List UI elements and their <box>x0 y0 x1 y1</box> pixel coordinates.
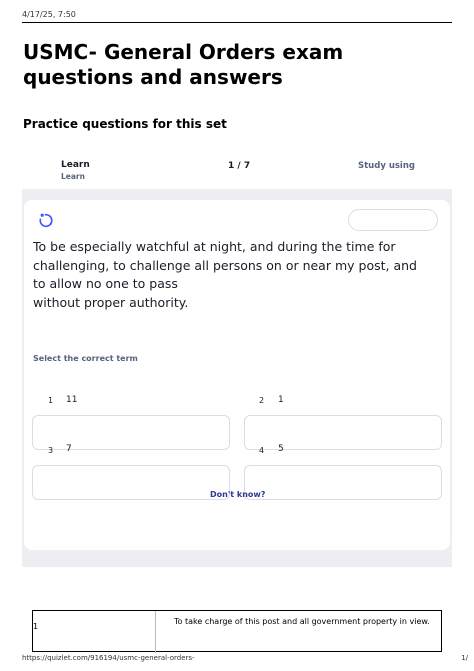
prompt-line: without proper authority. <box>33 294 189 310</box>
header-rule <box>22 22 452 23</box>
option-1-button[interactable] <box>32 415 230 450</box>
option-1-text[interactable]: 11 <box>66 395 77 405</box>
select-instruction: Select the correct term <box>33 354 138 363</box>
option-4-text[interactable]: 5 <box>278 444 284 454</box>
option-4-number: 4 <box>259 446 265 455</box>
dont-know-link[interactable]: Don't know? <box>210 490 265 499</box>
audio-settings-pill[interactable] <box>348 209 438 231</box>
question-progress: 1 / 7 <box>228 161 251 171</box>
option-4-button[interactable] <box>244 465 442 500</box>
page-title: USMC- General Orders exam questions and … <box>23 40 344 89</box>
option-3-number: 3 <box>48 446 54 455</box>
learn-loop-icon <box>39 213 53 228</box>
option-3-text[interactable]: 7 <box>66 444 72 454</box>
option-3-button[interactable] <box>32 465 230 500</box>
option-2-text[interactable]: 1 <box>278 395 284 405</box>
prompt-line: To be especially watchful at night, and … <box>33 239 396 254</box>
print-url: https://quizlet.com/916194/usmc-general-… <box>22 654 195 662</box>
print-datetime: 4/17/25, 7:50 <box>22 10 76 19</box>
practice-subtitle: Practice questions for this set <box>23 117 227 131</box>
learn-mode-sublabel: Learn <box>61 172 85 181</box>
table-row-definition: To take charge of this post and all gove… <box>174 617 430 626</box>
option-2-number: 2 <box>259 396 265 405</box>
option-2-button[interactable] <box>244 415 442 450</box>
question-prompt: To be especially watchful at night, and … <box>33 238 438 312</box>
option-1-number: 1 <box>48 396 54 405</box>
study-using-link[interactable]: Study using <box>358 161 415 171</box>
table-row-term: 1 <box>33 622 39 631</box>
prompt-line: to allow no one to pass <box>33 276 178 291</box>
prompt-line: challenging, to challenge all persons on… <box>33 257 417 273</box>
table-column-divider <box>155 611 156 653</box>
print-page-number: 1/ <box>461 654 468 662</box>
learn-mode-label[interactable]: Learn <box>61 160 90 170</box>
